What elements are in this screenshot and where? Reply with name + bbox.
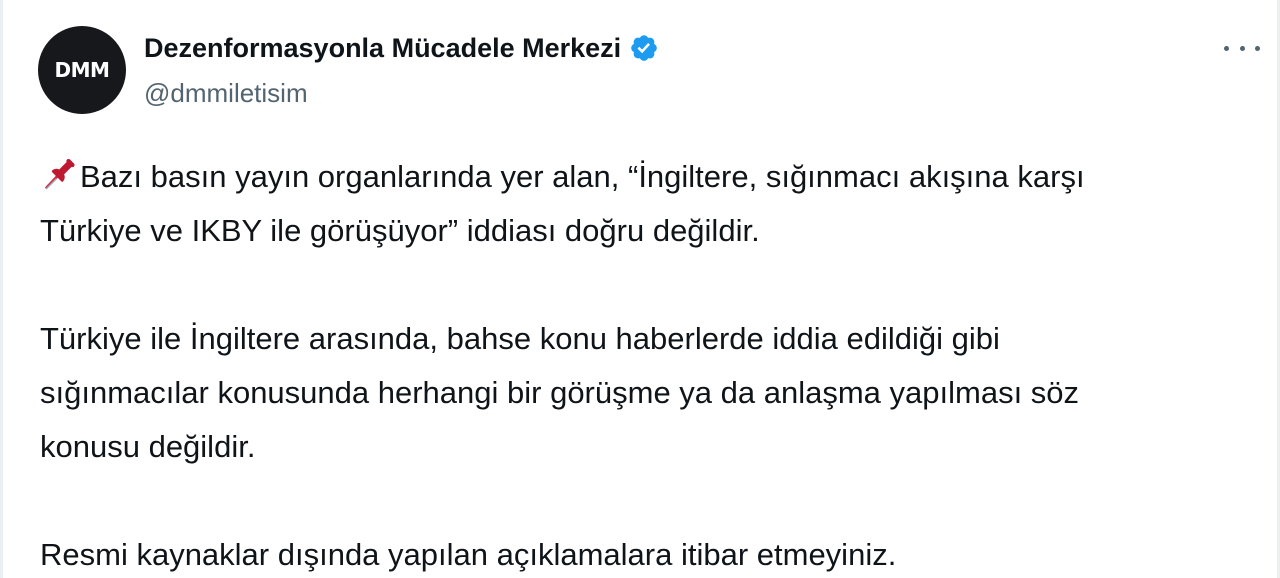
tweet-paragraph-2: Türkiye ile İngiltere arasında, bahse ko… <box>40 312 1240 474</box>
tweet-text: Bazı basın yayın organlarında yer alan, … <box>40 150 1240 578</box>
more-dot <box>1239 45 1245 51</box>
tweet-line: konusu değildir. <box>40 429 256 464</box>
verified-badge-icon <box>629 33 659 63</box>
avatar-logo-text: DMM <box>54 58 110 82</box>
pushpin-icon <box>40 155 78 193</box>
more-dot <box>1255 45 1260 51</box>
tweet-line: Türkiye ve IKBY ile görüşüyor” iddiası d… <box>40 213 760 248</box>
more-dot <box>1224 45 1229 51</box>
tweet-line: Resmi kaynaklar dışında yapılan açıklama… <box>40 537 897 572</box>
more-horizontal-icon[interactable] <box>1224 38 1260 58</box>
tweet-line: Türkiye ile İngiltere arasında, bahse ko… <box>40 321 1000 356</box>
tweet-paragraph-3: Resmi kaynaklar dışında yapılan açıklama… <box>40 528 1240 578</box>
author-handle[interactable]: @dmmiletisim <box>144 78 659 109</box>
tweet-line-text: Bazı basın yayın organlarında yer alan, … <box>80 159 1085 194</box>
avatar[interactable]: DMM <box>38 26 126 114</box>
name-row: Dezenformasyonla Mücadele Merkezi <box>144 30 659 66</box>
tweet-paragraph-1: Bazı basın yayın organlarında yer alan, … <box>40 150 1240 258</box>
card-left-border <box>0 0 3 578</box>
tweet-header: Dezenformasyonla Mücadele Merkezi @dmmil… <box>144 30 659 109</box>
tweet-card: DMM Dezenformasyonla Mücadele Merkezi @d… <box>0 0 1280 578</box>
tweet-line: Bazı basın yayın organlarında yer alan, … <box>40 150 1240 204</box>
tweet-line: sığınmacılar konusunda herhangi bir görü… <box>40 375 1080 410</box>
author-display-name[interactable]: Dezenformasyonla Mücadele Merkezi <box>144 33 621 64</box>
